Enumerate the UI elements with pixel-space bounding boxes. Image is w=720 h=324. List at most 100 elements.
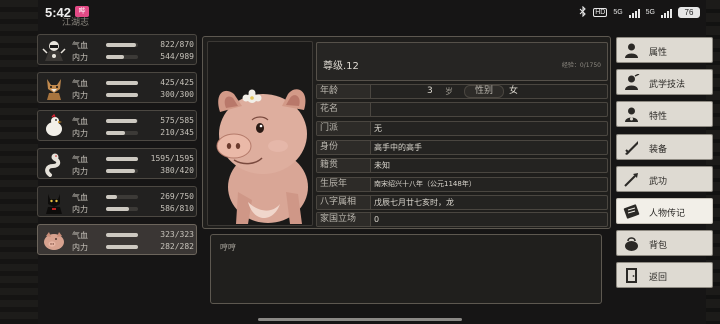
network-label-1: 5G — [613, 9, 623, 16]
mp-bar — [106, 131, 138, 135]
age-gender-row: 年龄 3 岁 性别 女 — [316, 84, 608, 99]
equipment-icon — [622, 138, 641, 157]
menu-label: 装备 — [649, 144, 668, 155]
mp-bar — [106, 55, 138, 59]
hp-bar — [106, 195, 138, 199]
gender-value: 女 — [509, 86, 519, 96]
menu-traits-button[interactable]: 特性 — [616, 101, 713, 128]
menu-label: 返回 — [649, 273, 668, 284]
info-label: 家国立场 — [317, 213, 371, 226]
mp-value: 282/282 — [160, 242, 194, 251]
network-label-2: 5G — [645, 9, 655, 16]
hp-label: 气血 — [72, 117, 88, 126]
traits-icon — [622, 105, 641, 124]
mp-label: 内力 — [72, 91, 88, 100]
mp-label: 内力 — [72, 53, 88, 62]
mp-bar — [106, 93, 138, 97]
hp-value: 822/870 — [160, 40, 194, 49]
hp-bar-fill — [106, 195, 118, 199]
background-strip-left — [0, 0, 38, 324]
hp-stat: 气血 822/870 — [72, 40, 196, 50]
mp-bar-fill — [106, 245, 138, 249]
hp-bar — [106, 157, 138, 161]
mp-bar-fill — [106, 55, 124, 59]
mp-stat: 内力 544/989 — [72, 52, 196, 62]
mp-bar-fill — [106, 207, 130, 211]
menu-kungfu-button[interactable]: 武功 — [616, 165, 713, 192]
hp-label: 气血 — [72, 231, 88, 240]
menu-exit-button[interactable]: 返回 — [616, 262, 713, 289]
character-card[interactable]: 气血 425/425 内力 300/300 — [37, 72, 197, 103]
info-value: 未知 — [374, 161, 390, 170]
mp-stat: 内力 586/810 — [72, 204, 196, 214]
attributes-icon — [622, 41, 641, 60]
info-row-sect: 门派 无 — [316, 121, 608, 136]
menu-attributes-button[interactable]: 属性 — [616, 37, 713, 63]
mp-bar-fill — [106, 169, 135, 173]
info-value: 戊辰七月廿七亥时，龙 — [374, 198, 454, 207]
gender-label: 性别 — [464, 85, 504, 98]
mp-bar-fill — [106, 131, 126, 135]
character-card[interactable]: 气血 269/750 内力 586/810 — [37, 186, 197, 217]
menu-label: 背包 — [649, 241, 668, 252]
mp-stat: 内力 380/420 — [72, 166, 196, 176]
hp-label: 气血 — [72, 41, 88, 50]
menu-label: 武功 — [649, 176, 668, 187]
hp-bar — [106, 43, 138, 47]
info-label: 花名 — [317, 103, 371, 116]
info-value: 南宋绍兴十八年（公元1148年） — [374, 180, 476, 188]
hp-stat: 气血 425/425 — [72, 78, 196, 88]
info-label: 八字属相 — [317, 196, 371, 209]
martial-skills-icon — [622, 73, 641, 92]
character-card[interactable]: 气血 575/585 内力 210/345 — [37, 110, 197, 141]
mp-label: 内力 — [72, 129, 88, 138]
hp-stat: 气血 1595/1595 — [72, 154, 196, 164]
bluetooth-icon — [579, 5, 587, 19]
pig-portrait-icon — [216, 89, 308, 224]
menu-label: 特性 — [649, 112, 668, 123]
menu-martial-skills-button[interactable]: 武学技法 — [616, 69, 713, 96]
mp-stat: 内力 282/282 — [72, 242, 196, 252]
hp-bar-fill — [106, 43, 137, 47]
character-list: 气血 822/870 内力 544/989 气血 425/425 内力 300/… — [37, 34, 197, 262]
hp-value: 425/425 — [160, 78, 194, 87]
hp-value: 1595/1595 — [150, 154, 194, 163]
hp-bar-fill — [106, 233, 138, 237]
character-card[interactable]: 气血 822/870 内力 544/989 — [37, 34, 197, 65]
hp-label: 气血 — [72, 79, 88, 88]
hp-bar-fill — [106, 81, 138, 85]
character-card-selected[interactable]: 气血 323/323 内力 282/282 — [37, 224, 197, 255]
exit-icon — [622, 266, 641, 285]
battery-icon: 76 — [678, 7, 700, 18]
hp-bar — [106, 233, 138, 237]
mp-stat: 内力 300/300 — [72, 90, 196, 100]
hp-value: 323/323 — [160, 230, 194, 239]
breadcrumb: 江湖志 — [62, 17, 90, 27]
info-label: 身份 — [317, 141, 371, 154]
character-card[interactable]: 气血 1595/1595 内力 380/420 — [37, 148, 197, 179]
status-icons: HD 5G 5G 76 — [579, 5, 700, 19]
black-cat-portrait-icon — [41, 189, 67, 215]
name-box: 尊级.12 经验：0/1750 — [316, 42, 608, 81]
home-indicator[interactable] — [258, 318, 462, 321]
info-row-allegiance: 家国立场 0 — [316, 212, 608, 227]
character-name: 尊级.12 — [323, 61, 359, 72]
age-label: 年龄 — [317, 85, 371, 98]
age-value: 3 — [427, 86, 433, 96]
age-unit: 岁 — [445, 87, 453, 96]
white-snake-portrait-icon — [41, 151, 67, 177]
menu-biography-button[interactable]: 人物传记 — [616, 197, 713, 224]
menu-backpack-button[interactable]: 背包 — [616, 230, 713, 257]
biography-icon — [622, 202, 641, 221]
hp-stat: 气血 323/323 — [72, 230, 196, 240]
info-value: 无 — [374, 124, 382, 133]
mp-value: 586/810 — [160, 204, 194, 213]
white-bird-portrait-icon — [41, 113, 67, 139]
mp-bar — [106, 207, 138, 211]
info-label: 门派 — [317, 122, 371, 135]
hp-bar — [106, 81, 138, 85]
hd-label: HD — [593, 8, 608, 17]
info-row-zodiac: 八字属相 戊辰七月廿七亥时，龙 — [316, 195, 608, 210]
menu-equipment-button[interactable]: 装备 — [616, 133, 713, 160]
menu-label: 武学技法 — [649, 80, 686, 91]
